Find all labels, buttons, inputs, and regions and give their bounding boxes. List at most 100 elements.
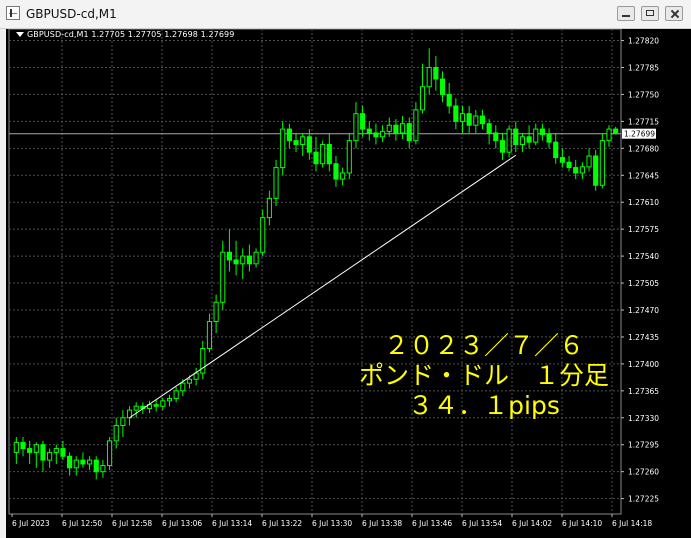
candle-body — [233, 259, 239, 265]
price-axis-label: 1.27295 — [628, 441, 659, 450]
chart-window-icon — [6, 6, 20, 20]
candle-body — [346, 140, 352, 174]
minimize-button[interactable] — [617, 6, 635, 21]
annotation-pair: ポンド・ドル １分足 — [358, 361, 609, 390]
candle-body — [326, 143, 332, 165]
plot-frame — [8, 29, 622, 515]
candle-body — [360, 113, 366, 130]
candle-body — [273, 167, 279, 199]
window-title: GBPUSD-cd,M1 — [26, 7, 117, 21]
candle-body — [153, 404, 159, 407]
candle-body — [513, 128, 519, 145]
candle-body — [60, 448, 66, 457]
candle-body — [559, 157, 565, 163]
current-price-label: 1.27699 — [624, 130, 655, 139]
candle-body — [593, 155, 599, 186]
candle-body — [133, 405, 139, 411]
price-chart[interactable]: 1.27820 1.27785 1.27750 1.27715 1.27680 1.276… — [6, 29, 691, 538]
price-axis-label: 1.27575 — [628, 225, 659, 234]
time-axis-label: 6 Jul 12:50 — [62, 519, 102, 528]
candle-body — [33, 444, 39, 453]
price-axis-label: 1.27645 — [628, 171, 659, 180]
candle-body — [213, 301, 219, 323]
candle-body — [413, 109, 419, 142]
price-axis-label: 1.27715 — [628, 117, 659, 126]
candlestick-chart[interactable]: 1.27820 1.27785 1.27750 1.27715 1.27680 1.276… — [6, 29, 691, 538]
candle-body — [400, 123, 406, 134]
window-controls — [617, 6, 683, 21]
time-axis-label: 6 Jul 13:06 — [162, 519, 202, 528]
candle-body — [486, 123, 492, 134]
candle-body — [40, 444, 46, 461]
price-axis-label: 1.27470 — [628, 306, 659, 315]
time-axis-label: 6 Jul 13:14 — [212, 519, 252, 528]
candle-body — [493, 132, 499, 142]
candle-body — [73, 459, 79, 469]
maximize-button[interactable] — [641, 6, 659, 21]
candle-body — [333, 163, 339, 180]
candle-body — [306, 136, 312, 153]
candle-body — [473, 115, 479, 126]
price-axis-label: 1.27225 — [628, 495, 659, 504]
candle-body — [573, 167, 579, 174]
candle-body — [366, 128, 372, 134]
candle-body — [173, 390, 179, 400]
candle-body — [499, 140, 506, 153]
time-axis-label: 6 Jul 13:38 — [362, 519, 402, 528]
candle-body — [120, 417, 126, 426]
candle-body — [300, 136, 306, 145]
dropdown-triangle-icon[interactable] — [16, 32, 24, 37]
candle-body — [393, 124, 399, 134]
candle-body — [453, 105, 459, 122]
candle-body — [266, 197, 272, 219]
symbol-ohlc-text: GBPUSD-cd,M1 1.27705 1.27705 1.27698 1.2… — [27, 30, 235, 39]
candle-body — [80, 459, 86, 465]
candle-body — [87, 459, 93, 465]
candle-body — [386, 124, 392, 132]
candle-body — [479, 115, 486, 125]
candle-body — [20, 441, 26, 450]
chart-window: GBPUSD-cd,M1 1.27820 1.27785 1.27750 1.2771… — [0, 0, 691, 538]
annotation-date: ２０２３／７／６ — [383, 331, 584, 360]
candle-body — [599, 140, 605, 186]
candle-body — [419, 86, 426, 111]
candle-body — [53, 448, 59, 453]
candle-body — [100, 465, 106, 473]
time-axis-label: 6 Jul 12:58 — [112, 519, 152, 528]
candle-body — [426, 66, 432, 88]
close-button[interactable] — [665, 6, 683, 21]
candle-body — [406, 123, 412, 142]
candle-body — [533, 128, 539, 143]
candle-body — [433, 66, 439, 80]
time-axis-label: 6 Jul 13:30 — [312, 519, 352, 528]
candle-body — [526, 136, 532, 143]
price-axis-label: 1.27820 — [628, 37, 659, 46]
annotation-pips: ３４．１pips — [408, 391, 560, 420]
candle-body — [186, 378, 193, 384]
annotation-text: ２０２３／７／６ ポンド・ドル １分足 ３４．１pips — [329, 331, 639, 421]
candle-body — [439, 78, 446, 95]
candle-body — [459, 113, 466, 122]
time-axis-label: 6 Jul 14:18 — [612, 519, 652, 528]
candle-body — [613, 128, 619, 135]
candle-body — [260, 217, 266, 253]
price-axis-label: 1.27750 — [628, 90, 659, 99]
candle-body — [246, 255, 252, 265]
candle-body — [286, 128, 292, 142]
candle-body — [320, 143, 326, 165]
candle-body — [606, 128, 612, 142]
time-axis-label: 6 Jul 14:02 — [512, 519, 552, 528]
candle-body — [180, 382, 186, 392]
candle-body — [166, 398, 173, 402]
price-axis-label: 1.27540 — [628, 252, 659, 261]
price-axis-label: 1.27680 — [628, 144, 659, 153]
candle-body — [380, 130, 386, 138]
candle-body — [353, 113, 359, 142]
candle-body — [313, 151, 319, 165]
candle-body — [546, 133, 552, 143]
candle-body — [67, 455, 73, 469]
title-bar[interactable]: GBPUSD-cd,M1 — [0, 0, 691, 29]
candle-body — [466, 113, 472, 126]
candle-body — [220, 251, 226, 303]
price-axis-label: 1.27610 — [628, 198, 659, 207]
